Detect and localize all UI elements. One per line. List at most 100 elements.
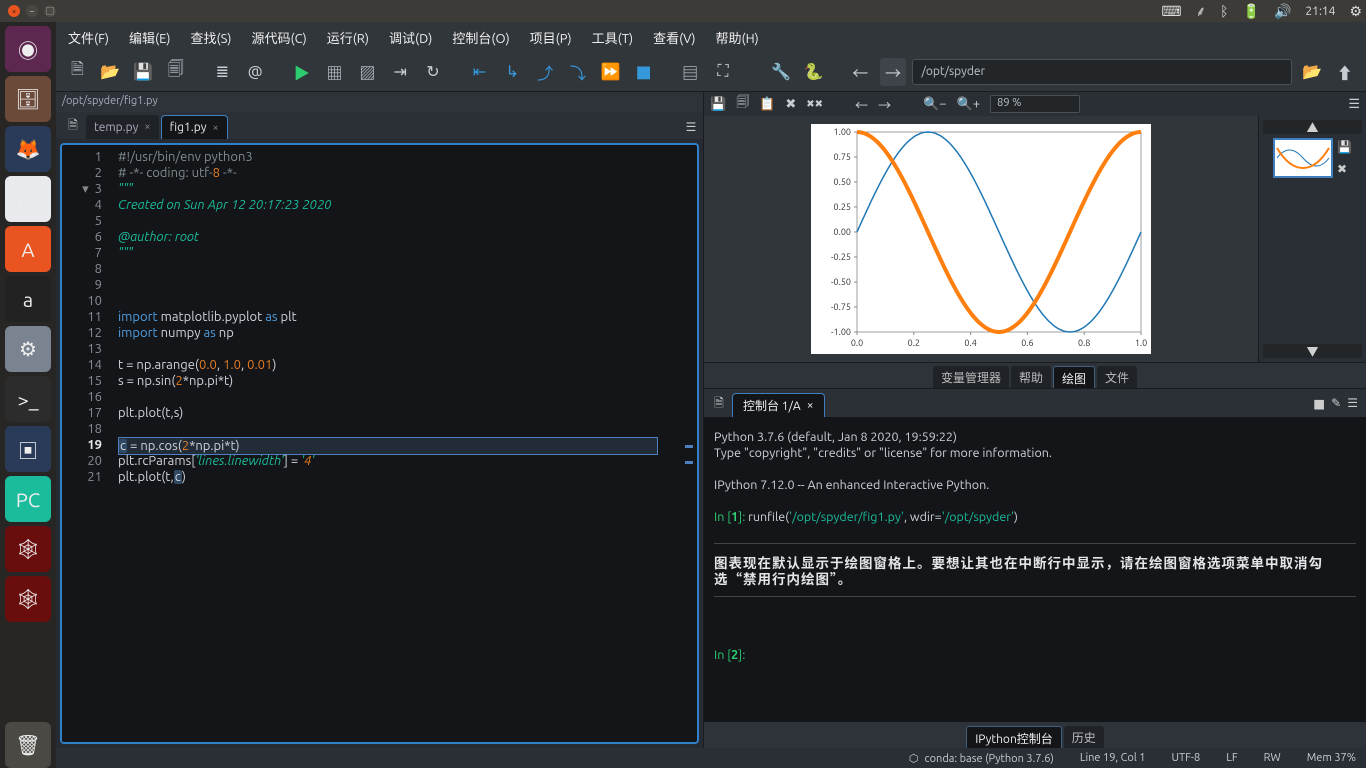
tab-history[interactable]: 历史 xyxy=(1064,726,1104,748)
tab-plots[interactable]: 绘图 xyxy=(1053,366,1095,388)
console-output[interactable]: Python 3.7.6 (default, Jan 8 2020, 19:59… xyxy=(704,417,1366,722)
fullscreen-icon[interactable]: ⛶ xyxy=(710,58,737,86)
debug-over-icon[interactable]: ⤴ xyxy=(532,58,559,86)
at-icon[interactable]: @ xyxy=(242,58,269,86)
debug-continue-icon[interactable]: ⏩ xyxy=(597,58,624,86)
menu-source[interactable]: 源代码(C) xyxy=(252,28,307,47)
keyboard-icon[interactable]: ⌨ xyxy=(1161,3,1181,20)
window-close-icon[interactable]: × xyxy=(8,5,20,17)
launcher-spyder2[interactable]: 🕸 xyxy=(5,576,51,622)
launcher-spyder1[interactable]: 🕸 xyxy=(5,526,51,572)
status-rw[interactable]: RW xyxy=(1264,752,1281,764)
launcher-firefox[interactable]: 🦊 xyxy=(5,126,51,172)
menu-search[interactable]: 查找(S) xyxy=(191,28,232,47)
menu-projects[interactable]: 项目(P) xyxy=(530,28,572,47)
tab-help[interactable]: 帮助 xyxy=(1011,366,1051,388)
plot-next-icon[interactable]: → xyxy=(878,95,891,114)
browse-dir-icon[interactable]: 📂 xyxy=(1298,58,1325,86)
launcher-dash[interactable]: ◉ xyxy=(5,26,51,72)
launcher-software[interactable]: A xyxy=(5,226,51,272)
thumb-delete-icon[interactable]: ✖ xyxy=(1337,162,1352,176)
debug-into-icon[interactable]: ↳ xyxy=(499,58,526,86)
close-icon[interactable]: × xyxy=(144,121,150,133)
launcher-amazon[interactable]: a xyxy=(5,276,51,322)
bluetooth-icon[interactable]: ᛒ xyxy=(1220,3,1228,19)
status-eol[interactable]: LF xyxy=(1226,752,1237,764)
menu-run[interactable]: 运行(R) xyxy=(327,28,369,47)
run-icon[interactable]: ▶ xyxy=(288,58,315,86)
launcher-settings[interactable]: ⚙ xyxy=(5,326,51,372)
run-cell-advance-icon[interactable]: ▨ xyxy=(354,58,381,86)
parent-dir-icon[interactable]: ⬆ xyxy=(1331,58,1358,86)
cwd-box[interactable]: /opt/spyder xyxy=(912,59,1292,85)
zoom-value[interactable]: 89 % xyxy=(990,95,1080,113)
plots-menu-icon[interactable]: ☰ xyxy=(1348,97,1360,112)
tab-files[interactable]: 文件 xyxy=(1097,366,1137,388)
menu-view[interactable]: 查看(V) xyxy=(653,28,695,47)
thumb-scroll-up-icon[interactable]: ▲ xyxy=(1263,120,1362,134)
volume-icon[interactable]: 🔊 xyxy=(1274,3,1291,20)
close-icon[interactable]: × xyxy=(213,122,219,134)
code-editor[interactable]: 12▾3456789101112131415161718192021 #!/us… xyxy=(60,143,699,744)
layout-icon[interactable]: ▤ xyxy=(677,58,704,86)
plot-deleteall-icon[interactable]: ✖✖ xyxy=(806,98,823,110)
debug-out-icon[interactable]: ⤵ xyxy=(565,58,592,86)
debug-step-icon[interactable]: ⇤ xyxy=(466,58,493,86)
tab-temp[interactable]: temp.py × xyxy=(86,115,159,139)
plot-prev-icon[interactable]: ← xyxy=(855,95,868,114)
battery-icon[interactable]: 🔋 xyxy=(1243,3,1260,20)
save-icon[interactable]: 💾 xyxy=(130,58,157,86)
clock[interactable]: 21:14 xyxy=(1305,5,1335,18)
status-env[interactable]: ⬡conda: base (Python 3.7.6) xyxy=(909,752,1054,765)
console-tab[interactable]: 控制台 1/A× xyxy=(732,393,825,417)
launcher-vbox[interactable]: ▣ xyxy=(5,426,51,472)
window-minimize-icon[interactable]: – xyxy=(26,5,38,17)
status-mem[interactable]: Mem 37% xyxy=(1307,752,1356,764)
status-encoding[interactable]: UTF-8 xyxy=(1171,752,1200,764)
tab-fig1[interactable]: fig1.py × xyxy=(161,115,228,139)
plot-canvas[interactable]: -1.00-0.75-0.50-0.250.000.250.500.751.00… xyxy=(704,116,1258,362)
menu-tools[interactable]: 工具(T) xyxy=(592,28,633,47)
save-all-icon[interactable]: 🗐 xyxy=(162,58,189,86)
file-list-icon[interactable]: 🗎 xyxy=(64,117,82,135)
forward-icon[interactable]: → xyxy=(880,58,907,86)
run-cell-icon[interactable]: ▦ xyxy=(321,58,348,86)
plot-copy-icon[interactable]: 📋 xyxy=(759,97,775,112)
new-file-icon[interactable]: 🗎 xyxy=(64,58,91,86)
menu-edit[interactable]: 编辑(E) xyxy=(129,28,170,47)
console-stop-icon[interactable]: ■ xyxy=(1313,396,1325,413)
menu-consoles[interactable]: 控制台(O) xyxy=(452,28,509,47)
rerun-icon[interactable]: ↻ xyxy=(420,58,447,86)
run-selection-icon[interactable]: ⇥ xyxy=(387,58,414,86)
editor-menu-icon[interactable]: ☰ xyxy=(679,115,703,139)
back-icon[interactable]: ← xyxy=(847,58,874,86)
outline-icon[interactable]: ≣ xyxy=(209,58,236,86)
console-menu-icon[interactable]: ☰ xyxy=(1347,396,1358,413)
menu-help[interactable]: 帮助(H) xyxy=(716,28,759,47)
close-icon[interactable]: × xyxy=(807,399,814,412)
plot-save-icon[interactable]: 💾 xyxy=(710,97,726,112)
debug-stop-icon[interactable]: ■ xyxy=(630,58,657,86)
menu-debug[interactable]: 调试(D) xyxy=(389,28,432,47)
launcher-files[interactable]: 🗄 xyxy=(5,76,51,122)
thumb-save-icon[interactable]: 💾 xyxy=(1337,140,1352,154)
preferences-icon[interactable]: 🔧 xyxy=(768,58,795,86)
console-clear-icon[interactable]: ✎ xyxy=(1331,396,1341,413)
wifi-icon[interactable]: ⸙ xyxy=(1196,2,1207,21)
launcher-trash[interactable]: 🗑 xyxy=(5,722,51,768)
gear-icon[interactable]: ⚙ xyxy=(1349,3,1362,20)
menubar[interactable]: 文件(F) 编辑(E) 查找(S) 源代码(C) 运行(R) 调试(D) 控制台… xyxy=(56,22,1366,52)
launcher-chrome[interactable]: ◯ xyxy=(5,176,51,222)
console-list-icon[interactable]: 🗎 xyxy=(710,395,728,413)
open-file-icon[interactable]: 📂 xyxy=(97,58,124,86)
tab-ipython-console[interactable]: IPython控制台 xyxy=(966,726,1062,748)
launcher-terminal[interactable]: >_ xyxy=(5,376,51,422)
window-maximize-icon[interactable]: ▢ xyxy=(44,5,56,17)
python-path-icon[interactable]: 🐍 xyxy=(800,58,827,86)
launcher-pycharm[interactable]: PC xyxy=(5,476,51,522)
plot-thumbnail[interactable] xyxy=(1273,138,1333,178)
zoom-out-icon[interactable]: 🔍− xyxy=(923,97,947,112)
menu-file[interactable]: 文件(F) xyxy=(68,28,109,47)
tab-variable-explorer[interactable]: 变量管理器 xyxy=(933,366,1009,388)
plot-saveall-icon[interactable]: 🗐 xyxy=(736,93,749,115)
